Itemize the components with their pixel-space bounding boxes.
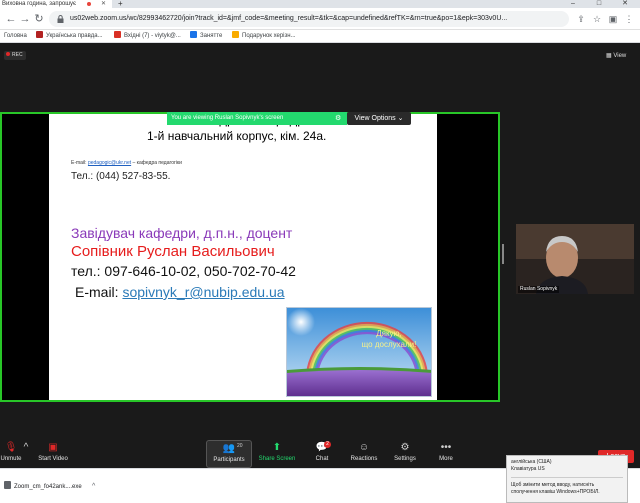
divider [511,477,623,478]
slide-head-phone: тел.: 097-646-10-02, 050-702-70-42 [71,263,296,279]
bookmark-item[interactable]: Українська правда... [36,30,103,43]
back-arrow-icon[interactable]: ← [4,12,18,26]
gear-icon: ⚙ [400,442,410,453]
resize-handle[interactable] [502,244,504,264]
chat-button[interactable]: 💬 2 Chat [308,440,336,468]
participant-video [516,224,634,294]
url-text: us02web.zoom.us/wc/82993462720/join?trac… [70,15,508,22]
reactions-icon: ☺ [358,442,370,453]
favicon-icon [36,31,43,38]
chevron-up-icon[interactable]: ^ [92,479,95,495]
chat-badge: 2 [324,441,331,448]
start-video-button[interactable]: ▣ Start Video [34,440,72,468]
slide-dept-email: E-mail: pedagogic@ukr.net – кафедра педа… [71,160,182,166]
unmute-button[interactable]: 🎙 Unmute [0,440,22,468]
tab-title: Виховна година, запрошує [2,1,77,7]
file-icon [4,481,11,489]
tab-strip: Виховна година, запрошує ✕ + – □ ✕ [0,0,640,8]
recording-indicator-icon [87,2,91,6]
new-tab-button[interactable]: + [118,0,123,8]
participants-button[interactable]: 👥 20 Participants [206,440,252,468]
view-options-button[interactable]: View Options ⌄ [347,112,411,125]
bookmark-item[interactable]: Подарунок херізн... [232,30,296,43]
bookmark-star-icon[interactable]: ☆ [590,12,604,26]
recording-badge: REC [4,51,26,60]
viewing-banner: You are viewing Ruslan Sopivnyk's screen… [167,112,347,125]
reactions-button[interactable]: ☺ Reactions [346,440,382,468]
favicon-icon [190,31,197,38]
browser-tab[interactable]: Виховна година, запрошує [0,0,112,8]
minimize-button[interactable]: – [560,0,586,8]
settings-icon[interactable]: ⚙ [335,112,341,125]
reload-icon[interactable]: ↻ [32,12,46,26]
menu-icon[interactable]: ⋮ [622,12,636,26]
extensions-icon[interactable]: ▣ [606,12,620,26]
download-item[interactable]: Zoom_cm_fo42ank....exe [4,479,96,495]
record-dot-icon [6,52,10,56]
audio-options-caret[interactable]: ^ [22,440,30,468]
microphone-muted-icon: 🎙 [4,442,18,453]
share-icon[interactable]: ⇪ [574,12,588,26]
slide-head-name: Сопівник Руслан Васильович [71,243,275,260]
maximize-button[interactable]: □ [586,0,612,8]
zoom-meeting-area: REC ▦ View You are viewing Ruslan Sopivn… [0,44,640,468]
more-dots-icon: ••• [440,442,452,453]
screen: Виховна година, запрошує ✕ + – □ ✕ ← → ↻… [0,0,640,503]
camera-off-icon: ▣ [48,442,58,453]
shared-screen: You are viewing Ruslan Sopivnyk's screen… [0,112,500,402]
participants-count: 20 [237,443,243,449]
slide-dept-phone: Тел.: (044) 527-83-55. [71,171,171,182]
favicon-icon [232,31,239,38]
close-window-button[interactable]: ✕ [612,0,638,8]
more-button[interactable]: ••• More [432,440,460,468]
bookmark-item[interactable]: Вхідні (7) - viytyk@... [114,30,181,43]
participant-video-tile[interactable]: Ruslan Sopivnyk [516,224,634,294]
presentation-slide: You are viewing Ruslan Sopivnyk's screen… [49,112,437,400]
bookmark-item[interactable]: Занятте [190,30,222,43]
gmail-icon [114,31,121,38]
participants-icon: 👥 [222,443,236,454]
caret-up-icon: ^ [23,442,29,453]
url-field[interactable]: us02web.zoom.us/wc/82993462720/join?trac… [49,11,569,27]
slide-head-email: E-mail: sopivnyk_r@nubip.edu.ua [75,284,285,300]
lock-icon [57,15,64,23]
slide-head-title: Завідувач кафедри, д.п.н., доцент [71,225,293,241]
view-button[interactable]: ▦ View [606,52,636,61]
language-popup: англійська (США) Клавіатура US Щоб зміни… [506,455,628,503]
rainbow-image: Дякую, що дослухали! [286,307,432,397]
tab-close-icon[interactable]: ✕ [101,0,106,8]
forward-arrow-icon[interactable]: → [18,12,32,26]
thanks-text: Дякую, що дослухали! [361,329,417,349]
participant-name: Ruslan Sopivnyk [518,286,560,293]
bookmark-item[interactable]: Головна [4,30,27,43]
address-bar-row: ← → ↻ us02web.zoom.us/wc/82993462720/joi… [0,8,640,30]
slide-address: 1-й навчальний корпус, кім. 24а. [147,129,327,143]
settings-button[interactable]: ⚙ Settings [390,440,420,468]
share-screen-button[interactable]: ⬆ Share Screen [256,440,298,468]
share-screen-icon: ⬆ [272,442,282,453]
bookmarks-bar: Головна Українська правда... Вхідні (7) … [0,30,640,43]
chat-icon: 💬 [315,442,329,453]
